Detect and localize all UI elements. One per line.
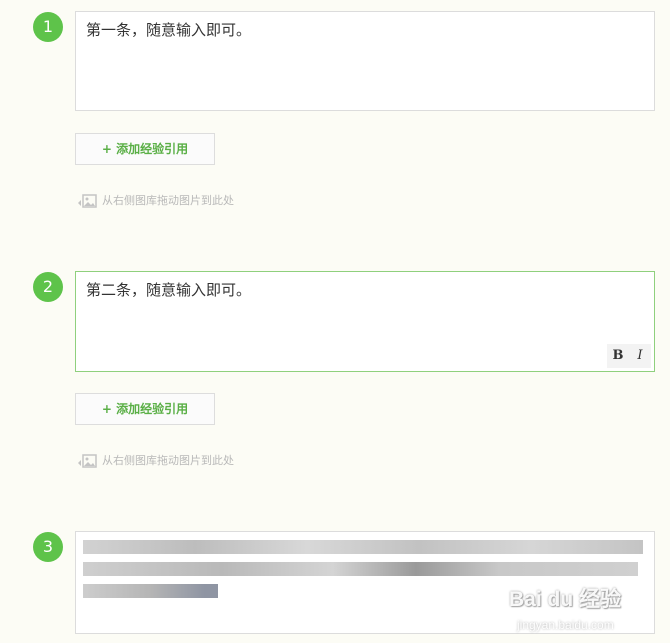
step-1-text[interactable]: 第一条，随意输入即可。 — [86, 19, 251, 41]
step-number-3: 3 — [33, 532, 63, 562]
image-drop-zone[interactable]: 从右侧图库拖动图片到此处 — [76, 193, 234, 209]
image-icon — [78, 453, 97, 468]
image-drop-zone[interactable]: 从右侧图库拖动图片到此处 — [76, 453, 234, 469]
format-toolbar: B I — [607, 344, 651, 368]
step-2-editor[interactable]: 第二条，随意输入即可。 B I — [75, 271, 655, 372]
baidu-jingyan-watermark: Bai du 经验 jingyan.baidu.com — [505, 585, 670, 643]
watermark-brand: Bai du 经验 — [509, 588, 622, 611]
step-number-1: 1 — [33, 12, 63, 42]
drag-hint-text: 从右侧图库拖动图片到此处 — [102, 454, 234, 467]
step-number-2: 2 — [33, 272, 63, 302]
add-reference-button[interactable]: + 添加经验引用 — [75, 133, 215, 165]
drag-hint-text: 从右侧图库拖动图片到此处 — [102, 194, 234, 207]
step-1-editor[interactable]: 第一条，随意输入即可。 — [75, 11, 655, 111]
add-reference-button[interactable]: + 添加经验引用 — [75, 393, 215, 425]
bold-button[interactable]: B — [607, 344, 629, 368]
step-2-text[interactable]: 第二条，随意输入即可。 — [86, 279, 251, 301]
italic-button[interactable]: I — [629, 344, 651, 368]
watermark-url: jingyan.baidu.com — [517, 618, 614, 632]
image-icon — [78, 193, 97, 208]
